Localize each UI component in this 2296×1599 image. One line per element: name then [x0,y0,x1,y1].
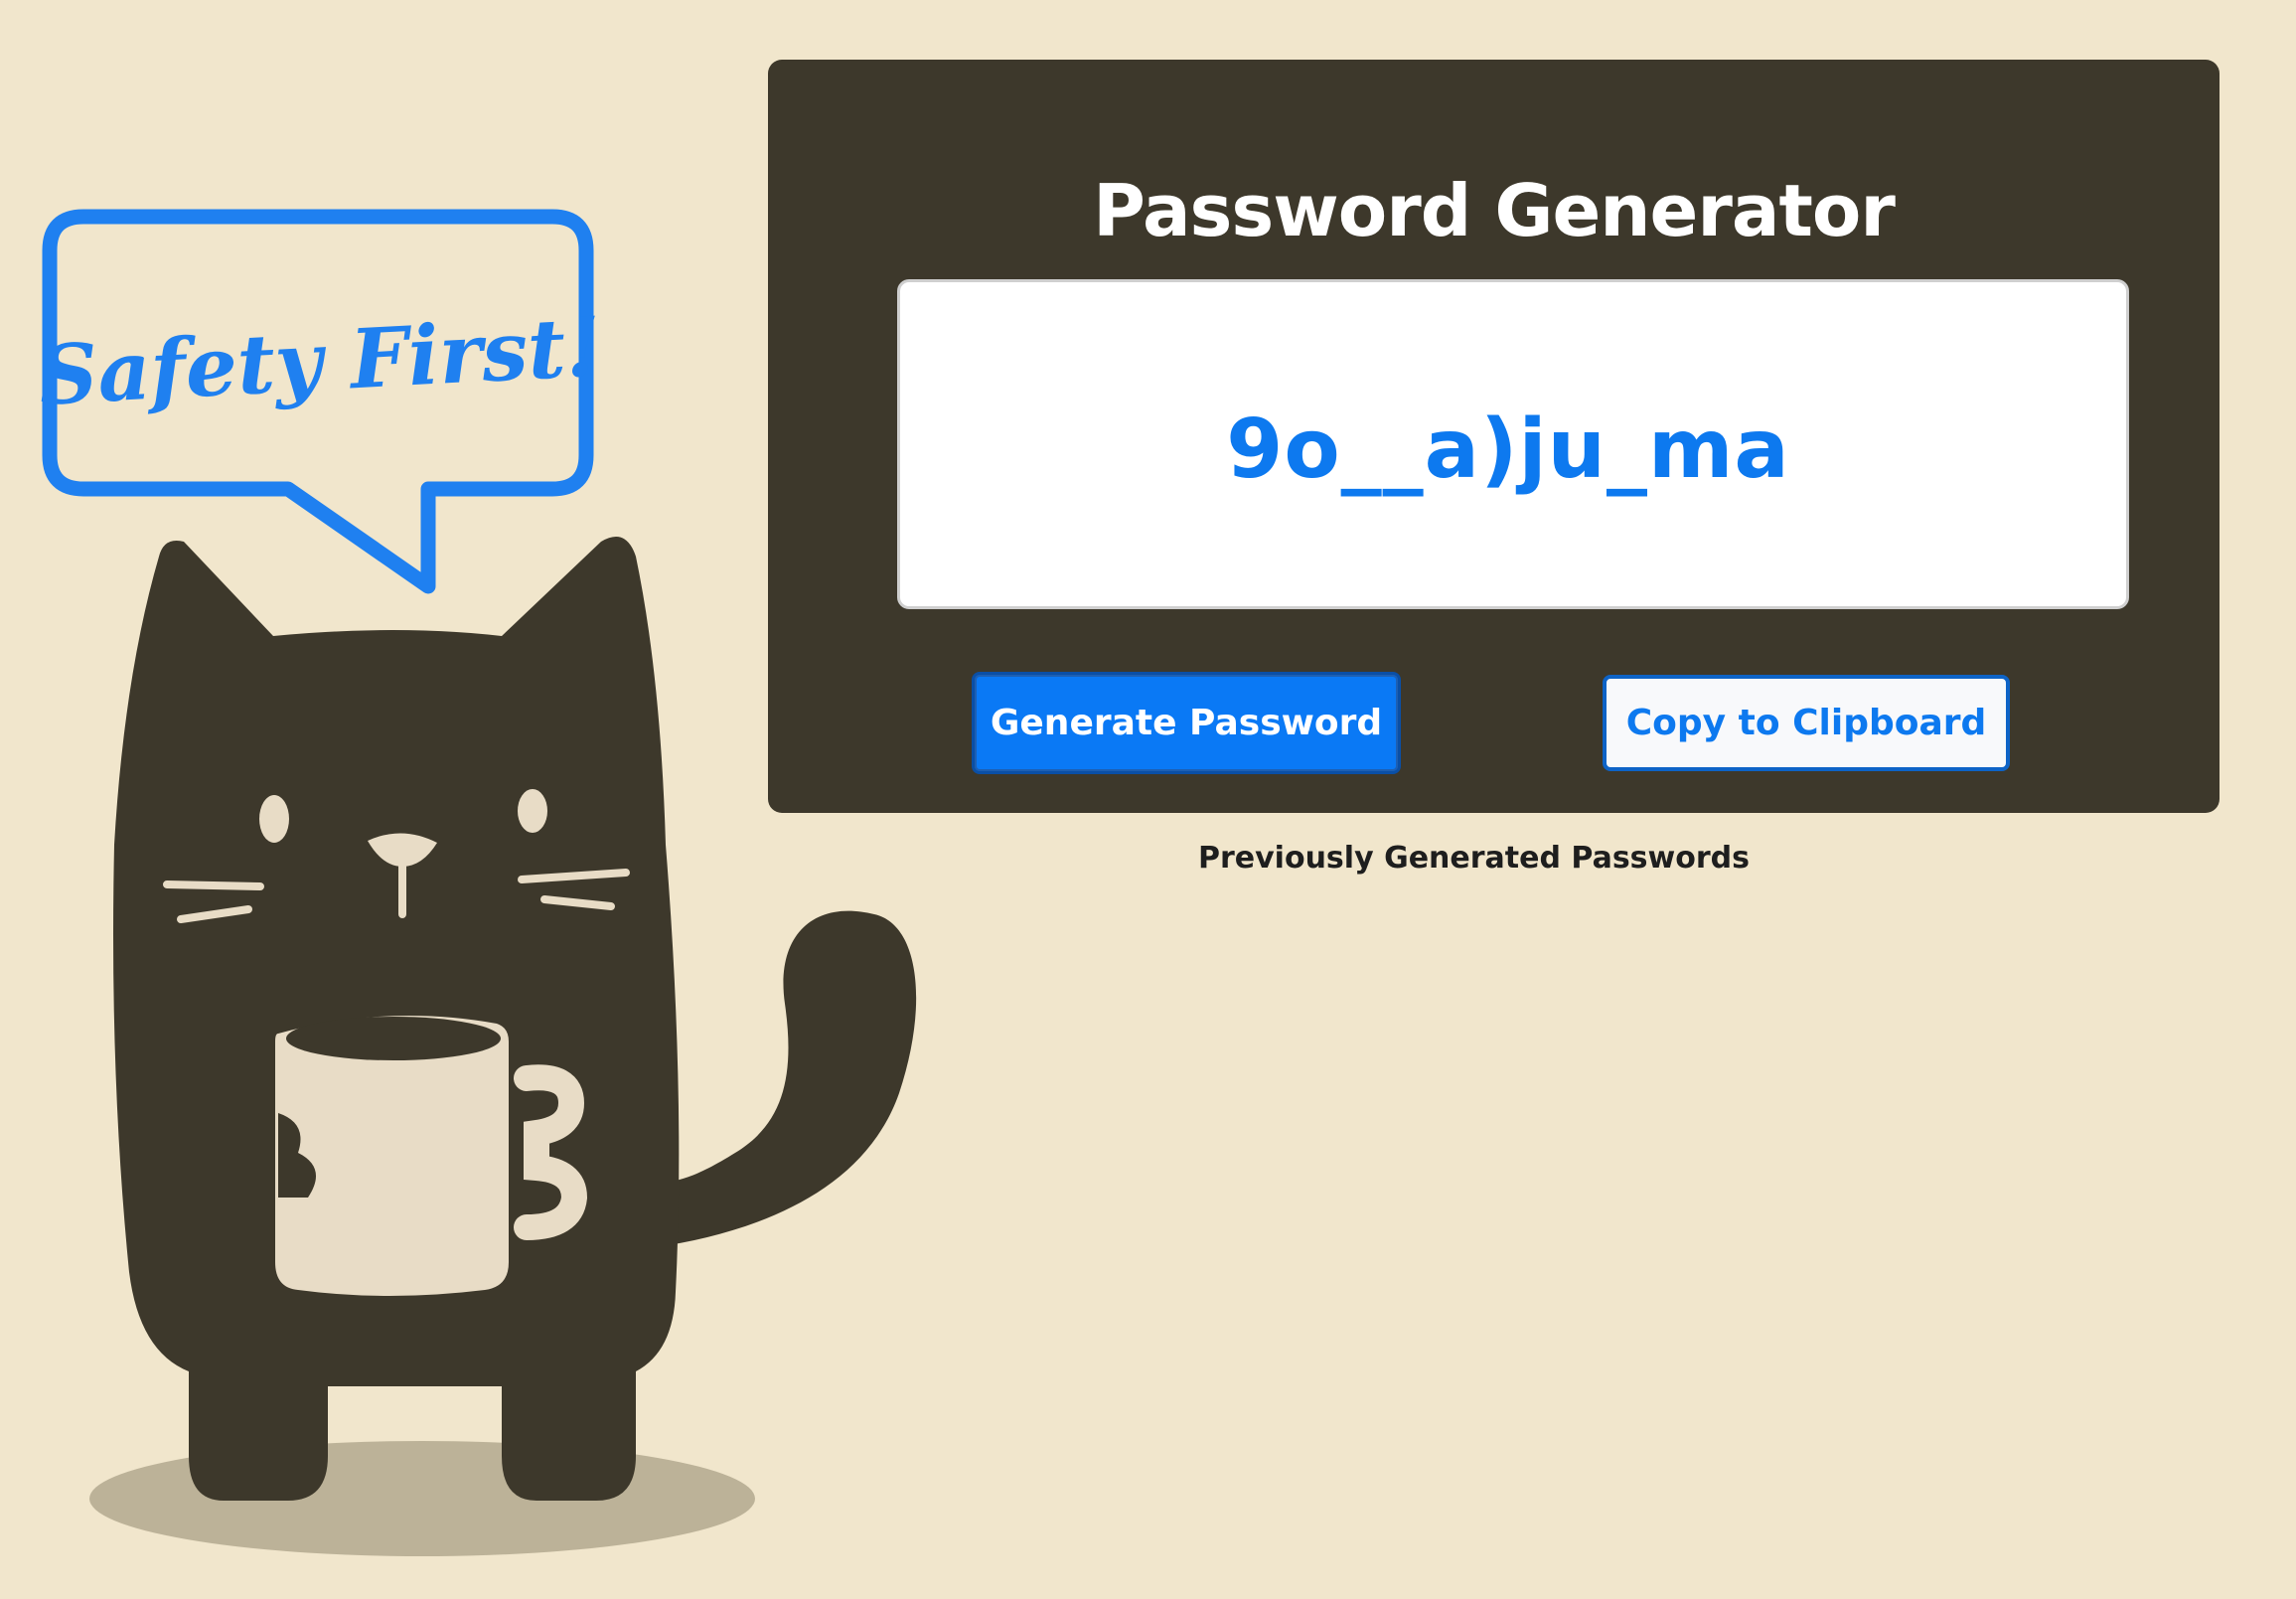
password-generator-panel: Password Generator 9o__a)ju_ma Generate … [768,60,2219,813]
previous-passwords-heading: Previously Generated Passwords [1198,841,1750,876]
page-title: Password Generator [1093,169,1896,252]
speech-bubble: Safety First! [37,209,603,594]
generated-password-text: 9o__a)ju_ma [1226,402,1790,497]
password-display: 9o__a)ju_ma [897,279,2129,609]
cat-tail [656,910,917,1247]
copy-to-clipboard-button[interactable]: Copy to Clipboard [1603,675,2010,771]
cat-right-eye [518,789,547,833]
cat-left-eye [259,795,289,843]
generate-password-button[interactable]: Generate Password [972,672,1401,774]
